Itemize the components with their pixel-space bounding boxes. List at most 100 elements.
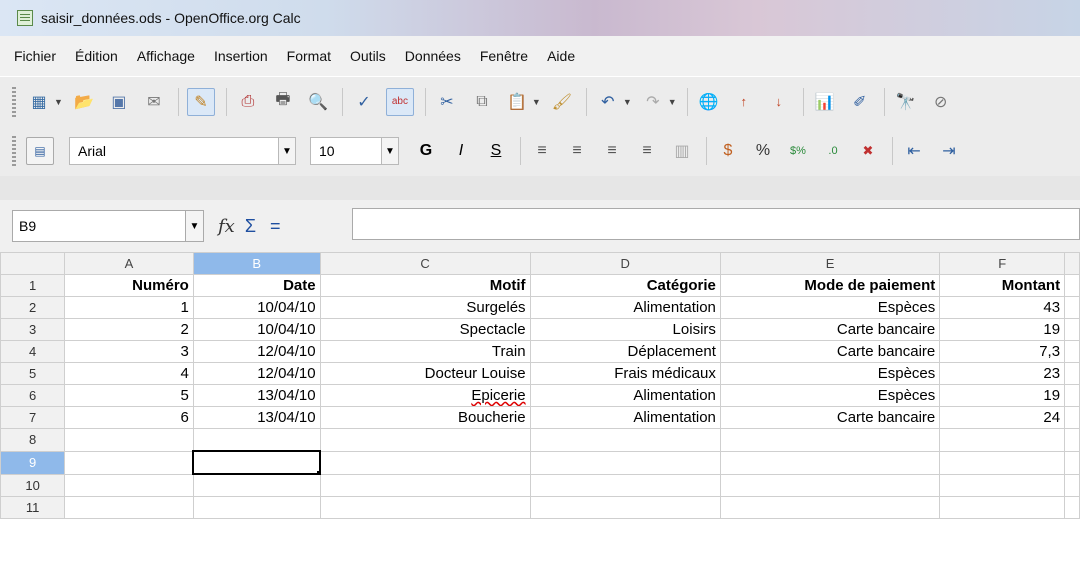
cell[interactable] xyxy=(719,428,941,452)
email-icon[interactable]: ✉ xyxy=(141,89,167,115)
percent-format-icon[interactable]: % xyxy=(750,138,776,164)
cell[interactable] xyxy=(939,473,1066,497)
align-center-icon[interactable]: ≡ xyxy=(564,138,590,164)
cell[interactable]: 12/04/10 xyxy=(192,362,321,385)
new-dropdown-icon[interactable]: ▼ xyxy=(54,97,63,107)
font-size-dropdown-icon[interactable]: ▼ xyxy=(381,137,399,165)
menu-fenetre[interactable]: Fenêtre xyxy=(480,48,528,64)
sort-ascending-icon[interactable]: ↑ xyxy=(731,89,757,115)
cell[interactable] xyxy=(529,473,721,497)
font-name-dropdown-icon[interactable]: ▼ xyxy=(278,137,296,165)
menu-outils[interactable]: Outils xyxy=(350,48,386,64)
open-folder-icon[interactable]: 📂 xyxy=(71,89,97,115)
save-icon[interactable]: ▣ xyxy=(106,89,132,115)
cell[interactable] xyxy=(1064,296,1080,319)
cell[interactable]: Train xyxy=(319,340,531,363)
undo-icon[interactable]: ↶ xyxy=(595,89,621,115)
cell[interactable]: 12/04/10 xyxy=(192,340,321,363)
menu-format[interactable]: Format xyxy=(287,48,331,64)
font-size-input[interactable]: 10 xyxy=(310,137,382,165)
cell[interactable]: Boucherie xyxy=(319,406,531,429)
cell[interactable]: 3 xyxy=(64,340,194,363)
row-header[interactable]: 6 xyxy=(0,384,66,407)
spreadsheet-grid[interactable]: A B C D E F 1 Numéro Date Motif Catégori… xyxy=(0,252,1080,569)
row-header[interactable]: 8 xyxy=(0,428,66,452)
cell[interactable]: Carte bancaire xyxy=(719,318,941,341)
redo-dropdown-icon[interactable]: ▼ xyxy=(668,97,677,107)
column-header-a[interactable]: A xyxy=(64,252,194,275)
styles-formatting-icon[interactable]: ▤ xyxy=(26,137,54,165)
name-box-input[interactable]: B9 xyxy=(12,210,186,242)
menu-edition[interactable]: Édition xyxy=(75,48,118,64)
row-header[interactable]: 2 xyxy=(0,296,66,319)
cell[interactable]: Espèces xyxy=(719,384,941,407)
cell[interactable]: Carte bancaire xyxy=(719,340,941,363)
print-preview-icon[interactable]: 🔍 xyxy=(305,89,331,115)
cell[interactable]: Spectacle xyxy=(319,318,531,341)
add-decimal-icon[interactable]: .0 xyxy=(820,138,846,164)
row-header-selected[interactable]: 9 xyxy=(0,450,66,475)
navigator-icon[interactable]: ⊘ xyxy=(928,89,954,115)
toolbar-grip[interactable] xyxy=(12,86,16,117)
column-header-f[interactable]: F xyxy=(939,252,1066,275)
cell[interactable]: 10/04/10 xyxy=(192,296,321,319)
toolbar-grip[interactable] xyxy=(12,136,16,166)
align-left-icon[interactable]: ≡ xyxy=(529,138,555,164)
header-cell[interactable]: Date xyxy=(192,274,321,297)
row-header[interactable]: 7 xyxy=(0,406,66,429)
cell[interactable] xyxy=(64,473,194,497)
cell[interactable] xyxy=(939,450,1066,475)
header-cell[interactable]: Montant xyxy=(939,274,1066,297)
column-header-b[interactable]: B xyxy=(192,252,321,275)
header-cell[interactable]: Mode de paiement xyxy=(719,274,941,297)
column-header-c[interactable]: C xyxy=(319,252,531,275)
spellcheck-icon[interactable]: ✓ xyxy=(351,89,377,115)
cell[interactable] xyxy=(529,428,721,452)
cell[interactable] xyxy=(1064,450,1080,475)
cell[interactable]: 19 xyxy=(939,318,1066,341)
cell[interactable]: 7,3 xyxy=(939,340,1066,363)
function-wizard-icon[interactable]: fx xyxy=(218,216,235,237)
row-header[interactable]: 11 xyxy=(0,496,66,519)
redo-icon[interactable]: ↷ xyxy=(640,89,666,115)
cell[interactable] xyxy=(64,496,194,519)
cell[interactable] xyxy=(1064,384,1080,407)
cell[interactable]: 19 xyxy=(939,384,1066,407)
header-cell[interactable]: Numéro xyxy=(64,274,194,297)
cell[interactable]: Epicerie xyxy=(319,384,531,407)
paste-icon[interactable]: 📋 xyxy=(504,89,530,115)
cell[interactable] xyxy=(1064,496,1080,519)
cell[interactable]: Loisirs xyxy=(529,318,721,341)
italic-button[interactable]: I xyxy=(448,138,474,164)
menu-insertion[interactable]: Insertion xyxy=(214,48,268,64)
cell[interactable] xyxy=(719,450,941,475)
sort-descending-icon[interactable]: ↓ xyxy=(766,89,792,115)
sum-icon[interactable]: Σ xyxy=(245,216,256,237)
cell[interactable]: 43 xyxy=(939,296,1066,319)
cell[interactable]: 23 xyxy=(939,362,1066,385)
standard-number-format-icon[interactable]: $% xyxy=(785,138,811,164)
increase-indent-icon[interactable]: ⇥ xyxy=(936,138,962,164)
cell[interactable] xyxy=(319,473,531,497)
currency-format-icon[interactable]: $ xyxy=(715,138,741,164)
cell[interactable] xyxy=(1064,362,1080,385)
cell[interactable]: 6 xyxy=(64,406,194,429)
draw-functions-icon[interactable]: ✐ xyxy=(847,89,873,115)
cell[interactable] xyxy=(719,496,941,519)
cell[interactable]: Carte bancaire xyxy=(719,406,941,429)
cell[interactable]: 10/04/10 xyxy=(192,318,321,341)
row-header[interactable]: 10 xyxy=(0,473,66,497)
cell[interactable]: 4 xyxy=(64,362,194,385)
column-header-d[interactable]: D xyxy=(529,252,721,275)
cell[interactable] xyxy=(192,473,321,497)
delete-decimal-icon[interactable]: ✖ xyxy=(855,138,881,164)
menu-fichier[interactable]: Fichier xyxy=(14,48,56,64)
row-header[interactable]: 1 xyxy=(0,274,66,297)
cell[interactable]: Espèces xyxy=(719,362,941,385)
print-icon[interactable]: 🖶 xyxy=(270,89,296,115)
cell[interactable] xyxy=(64,428,194,452)
align-right-icon[interactable]: ≡ xyxy=(599,138,625,164)
cell[interactable] xyxy=(939,428,1066,452)
row-header[interactable]: 5 xyxy=(0,362,66,385)
paste-dropdown-icon[interactable]: ▼ xyxy=(532,97,541,107)
